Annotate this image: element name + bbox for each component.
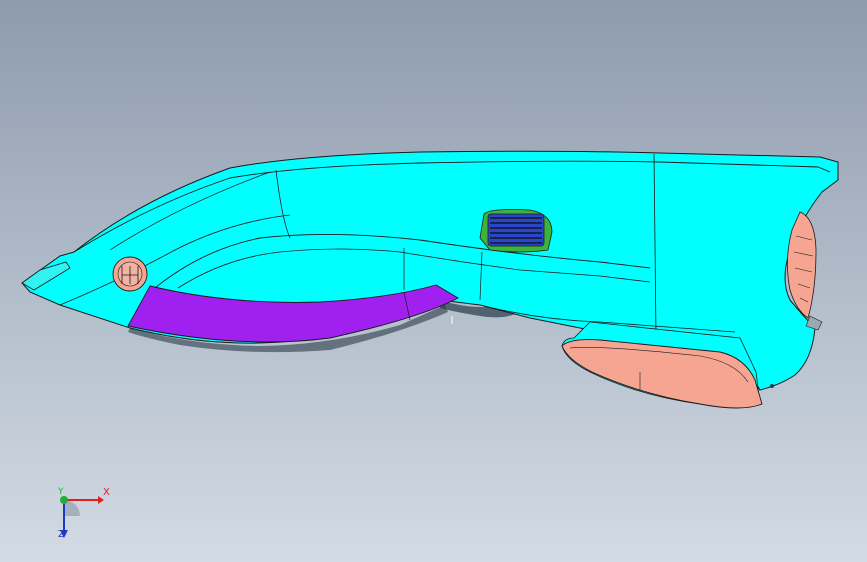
y-axis-label: Y xyxy=(58,487,64,497)
x-axis-label: X xyxy=(103,487,110,498)
cad-viewport[interactable]: X Y Z xyxy=(0,0,867,562)
hair-clipper-model[interactable] xyxy=(0,0,867,562)
z-axis-label: Z xyxy=(58,529,65,540)
detail-dot xyxy=(770,384,774,388)
power-button[interactable] xyxy=(112,256,148,292)
vent-grille xyxy=(479,209,553,253)
